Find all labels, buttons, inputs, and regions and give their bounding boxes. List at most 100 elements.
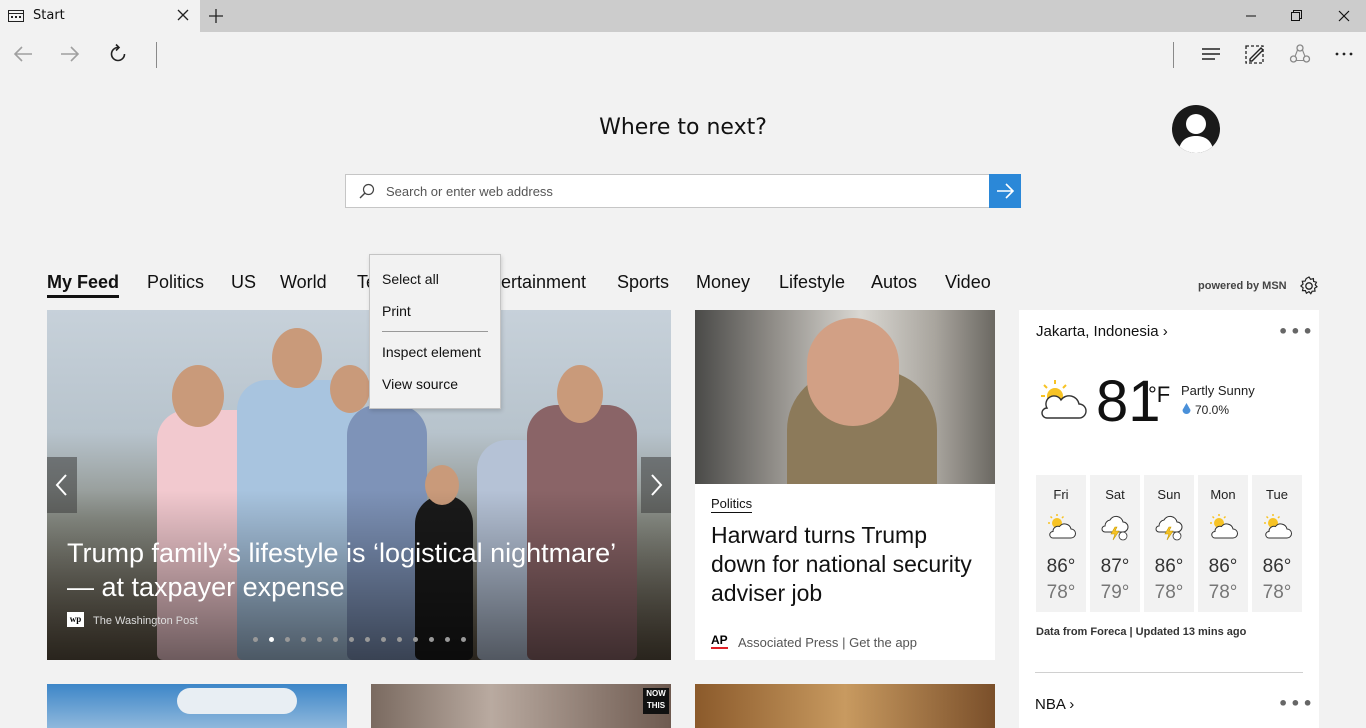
weather-location[interactable]: Jakarta, Indonesia › [1036,323,1168,340]
page-heading: Where to next? [599,115,767,140]
forecast-low: 78° [1154,582,1184,603]
forecast-day-label: Mon [1210,487,1236,502]
window-close-icon[interactable] [1337,8,1351,24]
gear-icon[interactable] [1298,275,1320,297]
carousel-dot[interactable] [285,637,290,642]
washington-post-logo-icon: wp [67,612,84,627]
hero-figure-head [557,365,603,423]
context-menu: Select all Print Inspect element View so… [369,254,501,409]
hero-figure-head [330,365,370,413]
forecast-low: 78° [1046,582,1076,603]
tab-politics[interactable]: Politics [147,272,204,293]
forecast-day-label: Fri [1053,487,1069,502]
get-app-link[interactable]: Get the app [849,635,917,650]
refresh-icon[interactable] [107,43,129,65]
avatar[interactable] [1172,105,1220,153]
forecast-day-mon[interactable]: Mon 86° 78° [1198,475,1248,612]
carousel-dot[interactable] [461,637,466,642]
more-icon[interactable] [1333,43,1355,65]
search-go-button[interactable] [989,174,1021,208]
menu-item-inspect-element[interactable]: Inspect element [382,344,481,360]
forecast-day-fri[interactable]: Fri 86° 78° [1036,475,1086,612]
tab-close-icon[interactable] [176,8,190,22]
ap-logo: AP [711,633,728,649]
hero-figure-head [272,328,322,388]
back-arrow-icon[interactable] [12,43,34,65]
tab-world[interactable]: World [280,272,327,293]
hero-source: The Washington Post [93,615,198,627]
tab-entertainment[interactable]: ntertainment [486,272,586,293]
user-icon [1178,114,1214,153]
carousel-dot[interactable] [253,637,258,642]
forecast-low: 78° [1208,582,1238,603]
weather-condition: Partly Sunny [1181,383,1255,398]
menu-item-view-source[interactable]: View source [382,376,458,392]
forecast-day-label: Sun [1157,487,1181,502]
tab-money[interactable]: Money [696,272,750,293]
tab-sports[interactable]: Sports [617,272,669,293]
hero-figure-head [172,365,224,427]
forecast-high: 86° [1046,556,1076,577]
tab-us[interactable]: US [231,272,256,293]
forecast-day-label: Sat [1105,487,1125,502]
news-card-bottom[interactable]: NOW THIS [371,684,671,728]
search-box[interactable] [345,174,1021,208]
news-card-category[interactable]: Politics [711,496,753,513]
menu-separator [382,331,488,332]
web-note-icon[interactable] [1244,43,1266,65]
menu-item-select-all[interactable]: Select all [382,271,439,287]
carousel-dot[interactable] [301,637,306,642]
tab-my-feed[interactable]: My Feed [47,272,120,298]
minimize-icon[interactable] [1245,8,1257,24]
card-cloud [177,688,297,714]
carousel-dot[interactable] [445,637,450,642]
carousel-dot[interactable] [397,637,402,642]
card-figure-head [807,318,899,426]
nba-more-icon[interactable]: ••• [1278,694,1315,713]
carousel-dot[interactable] [413,637,418,642]
nowthis-logo: NOW THIS [643,688,669,714]
forward-arrow-icon[interactable] [59,43,81,65]
nba-section-link[interactable]: NBA › [1035,696,1074,713]
carousel-next-button[interactable] [641,457,671,513]
carousel-dot[interactable] [381,637,386,642]
carousel-prev-button[interactable] [47,457,77,513]
chevron-right-icon [651,474,663,496]
forecast-day-tue[interactable]: Tue 86° 78° [1252,475,1302,612]
restore-icon[interactable] [1290,8,1302,24]
news-card-image [695,310,995,484]
hub-icon[interactable] [1200,43,1222,65]
forecast-high: 86° [1262,556,1292,577]
weather-unit-toggle[interactable]: °F [1148,382,1170,408]
share-icon[interactable] [1289,43,1311,65]
menu-item-print[interactable]: Print [382,303,411,319]
carousel-dot[interactable] [269,637,274,642]
weather-location-name: Jakarta, Indonesia [1036,323,1159,340]
carousel-dot[interactable] [333,637,338,642]
forecast-day-sat[interactable]: Sat 87° 79° [1090,475,1140,612]
news-card[interactable]: Politics Harward turns Trump down for na… [695,310,995,660]
carousel-dot[interactable] [317,637,322,642]
partly-sunny-icon [1045,513,1077,545]
tab-video[interactable]: Video [945,272,991,293]
carousel-dot[interactable] [365,637,370,642]
news-card-bottom[interactable] [47,684,347,728]
carousel-dot[interactable] [429,637,434,642]
carousel-dot[interactable] [349,637,354,642]
divider [1035,672,1303,673]
tab-autos[interactable]: Autos [871,272,917,293]
forecast-day-label: Tue [1266,487,1288,502]
search-input[interactable] [386,181,986,201]
new-tab-icon[interactable] [208,8,224,24]
forecast-day-sun[interactable]: Sun 86° 78° [1144,475,1194,612]
hero-headline[interactable]: Trump family’s lifestyle is ‘logistical … [67,536,647,604]
powered-by-label: powered by MSN [1198,280,1287,292]
news-card-bottom[interactable] [695,684,995,728]
tab-start[interactable]: Start [0,0,200,32]
hero-story[interactable]: Trump family’s lifestyle is ‘logistical … [47,310,671,660]
nba-label: NBA [1035,696,1066,713]
weather-more-icon[interactable]: ••• [1278,322,1315,341]
toolbar-separator [1173,42,1174,68]
news-card-headline[interactable]: Harward turns Trump down for national se… [711,521,986,608]
tab-lifestyle[interactable]: Lifestyle [779,272,845,293]
